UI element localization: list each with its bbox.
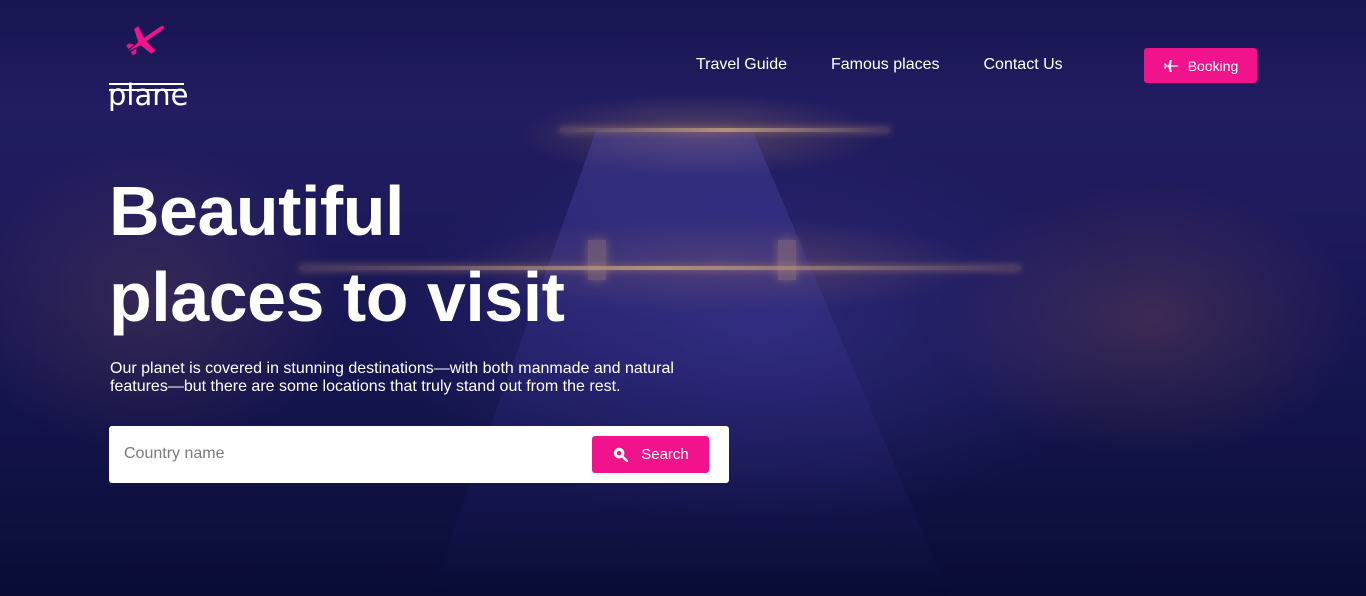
main-nav: Travel Guide Famous places Contact Us	[696, 56, 1063, 74]
search-button[interactable]: Search	[592, 436, 709, 473]
hero-subtitle: Our planet is covered in stunning destin…	[110, 360, 674, 395]
search-button-label: Search	[641, 446, 689, 463]
nav-contact-us[interactable]: Contact Us	[984, 56, 1063, 74]
search-icon	[614, 447, 629, 463]
airplane-icon	[1163, 59, 1179, 72]
booking-button[interactable]: Booking	[1144, 48, 1257, 83]
headline-line-2: places to visit	[109, 258, 565, 336]
search-form: Search	[109, 426, 729, 483]
nav-famous-places[interactable]: Famous places	[831, 56, 940, 74]
headline-line-1: Beautiful	[109, 172, 404, 250]
brand-name: plane	[108, 78, 189, 112]
airplane-logo-icon	[126, 26, 165, 56]
hero-headline: Beautiful places to visit	[109, 168, 565, 340]
nav-travel-guide[interactable]: Travel Guide	[696, 56, 787, 74]
brand-logo[interactable]: plane	[108, 16, 188, 116]
booking-label: Booking	[1187, 57, 1239, 74]
country-search-input[interactable]	[124, 440, 574, 468]
